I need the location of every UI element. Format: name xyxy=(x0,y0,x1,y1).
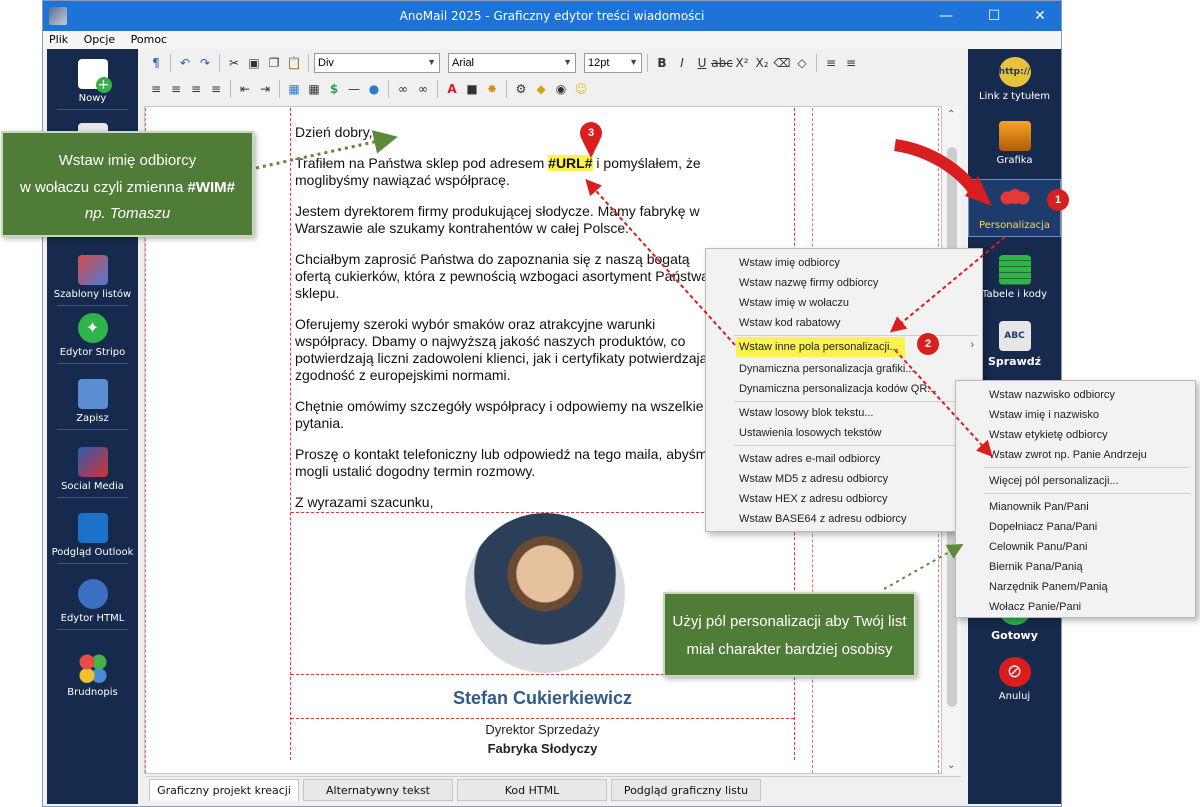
step-badge-1: 1 xyxy=(1047,189,1069,211)
annotation-arrows xyxy=(255,130,1006,590)
step-badge-2: 2 xyxy=(917,333,939,355)
step-badge-3: 3 xyxy=(580,122,602,144)
